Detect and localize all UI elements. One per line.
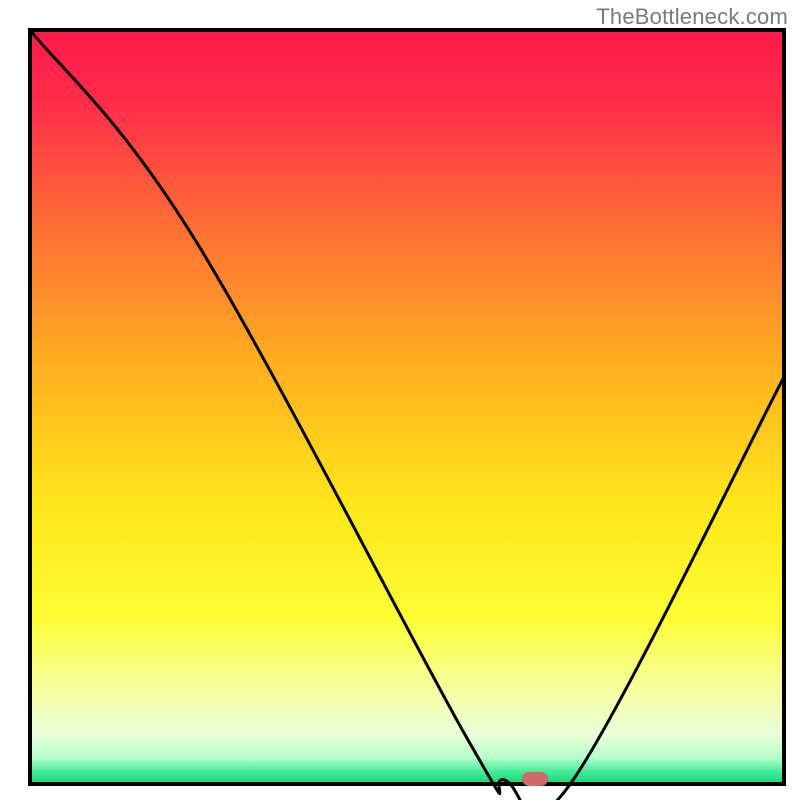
watermark-label: TheBottleneck.com xyxy=(596,4,788,30)
optimum-marker xyxy=(522,772,548,786)
chart-container: TheBottleneck.com xyxy=(0,0,800,800)
bottleneck-chart xyxy=(0,0,800,800)
plot-background xyxy=(30,30,784,784)
